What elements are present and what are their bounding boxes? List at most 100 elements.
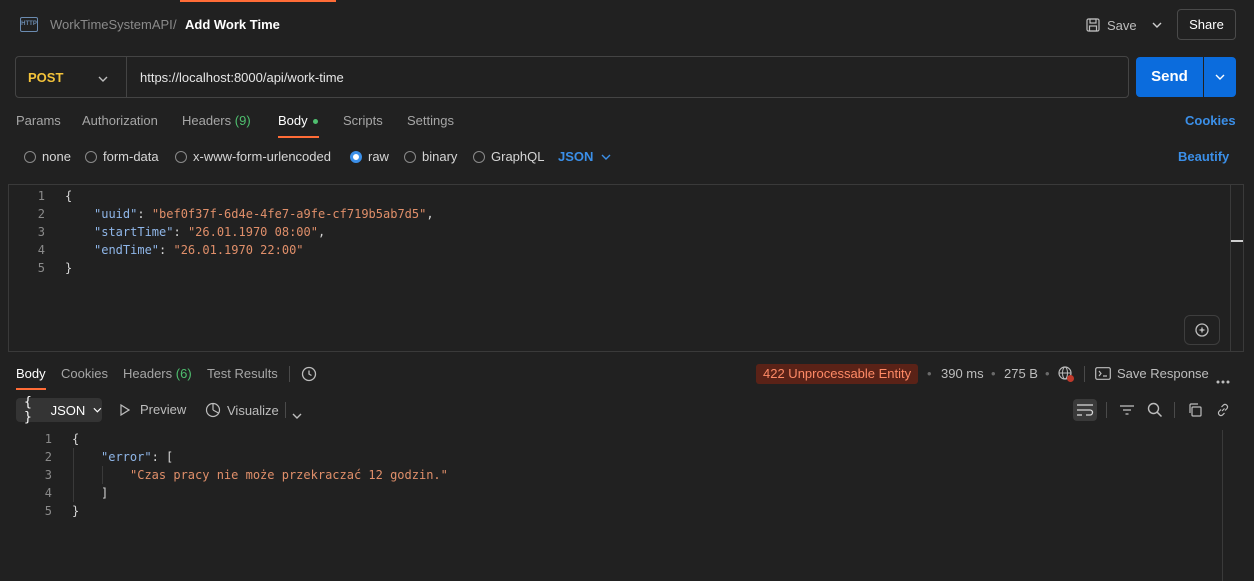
share-button[interactable]: Share [1177,9,1236,40]
http-icon: HTTP [20,17,38,32]
visualize-icon [205,402,221,418]
radio-urlencoded-label: x-www-form-urlencoded [193,149,331,164]
ai-assist-button[interactable] [1184,315,1220,345]
radio-graphql[interactable]: GraphQL [473,149,544,164]
tab-settings[interactable]: Settings [407,113,454,128]
save-button[interactable]: Save [1086,12,1142,38]
response-tab-headers[interactable]: Headers (6) [123,366,192,381]
preview-button[interactable]: Preview [120,402,186,417]
save-response-icon [1095,367,1111,383]
radio-binary-label: binary [422,149,458,164]
json-value: "bef0f37f-6d4e-4fe7-a9fe-cf719b5ab7d5" [151,207,427,221]
divider [285,402,286,418]
editor-scrollbar-track[interactable] [1230,185,1231,351]
language-select[interactable]: JSON [558,149,611,164]
line-number: 1 [37,189,45,203]
cookies-link[interactable]: Cookies [1185,113,1236,128]
code-line: { [72,430,79,448]
response-tab-test-results[interactable]: Test Results [207,366,278,381]
save-icon [1086,18,1100,32]
history-icon[interactable] [300,365,318,386]
network-globe-icon[interactable] [1057,365,1075,386]
error-message: "Czas pracy nie może przekraczać 12 godz… [130,468,448,482]
response-format-label: JSON [50,402,86,418]
radio-form-data-label: form-data [103,149,159,164]
json-value: "26.01.1970 22:00" [173,243,304,257]
breadcrumb-separator: / [173,17,177,32]
close-brace: } [65,261,73,275]
chevron-down-icon [601,154,611,160]
tab-scripts[interactable]: Scripts [343,113,383,128]
response-tab-body[interactable]: Body [16,366,46,381]
radio-circle [24,150,36,163]
json-key: "error" [101,450,152,464]
code-line: { [65,187,72,205]
response-tab-cookies[interactable]: Cookies [61,366,108,381]
request-title[interactable]: Add Work Time [185,17,280,32]
response-scrollbar-track[interactable] [1222,430,1223,581]
sparkle-refresh-icon [1195,323,1209,337]
tab-body-underline [278,136,319,138]
response-body-viewer[interactable]: 1 2 3 4 5 { "error": [ "Czas pracy nie m… [0,430,1254,581]
code-line: "endTime": "26.01.1970 22:00" [94,243,304,257]
divider [1174,402,1175,418]
open-brace: { [65,189,73,203]
headers-count: (9) [234,113,251,128]
send-dropdown-button[interactable] [1204,57,1236,97]
save-dropdown-button[interactable] [1146,12,1168,38]
beautify-button[interactable]: Beautify [1178,149,1229,164]
code-line: } [72,502,79,520]
comma: , [317,225,326,239]
wrap-lines-icon[interactable] [1073,399,1097,421]
code-line: } [65,259,72,277]
radio-raw-label: raw [368,149,389,164]
method-select[interactable]: POST [28,70,63,85]
tab-params[interactable]: Params [16,113,61,128]
send-button[interactable]: Send [1136,57,1203,97]
breadcrumb-collection[interactable]: WorkTimeSystemAPI [50,17,173,32]
url-input[interactable] [140,67,1110,87]
radio-binary[interactable]: binary [404,149,457,164]
meta-dot: • [1045,366,1050,381]
visualize-button[interactable]: Visualize [205,402,279,418]
json-key: "uuid" [94,207,138,221]
tab-authorization[interactable]: Authorization [82,113,158,128]
status-badge[interactable]: 422 Unprocessable Entity [756,364,919,384]
line-number: 5 [44,504,52,518]
more-options-icon[interactable] [1216,372,1230,387]
response-headers-count: (6) [175,366,192,381]
tab-body[interactable]: Body [278,113,318,128]
divider [1084,366,1085,382]
link-icon[interactable] [1211,399,1235,421]
json-value: "26.01.1970 08:00" [187,225,318,239]
line-number: 4 [44,486,52,500]
open-brace: { [72,432,80,446]
radio-form-data[interactable]: form-data [85,149,159,164]
request-body-editor[interactable]: 1 2 3 4 5 { "uuid": "bef0f37f-6d4e-4fe7-… [8,184,1244,352]
search-icon[interactable] [1143,399,1167,421]
radio-circle [175,150,187,163]
radio-circle [85,150,97,163]
indent-guide [73,448,74,502]
request-header: HTTP WorkTimeSystemAPI / Add Work Time S… [0,0,1254,50]
radio-none[interactable]: none [24,149,71,164]
visualize-dropdown-icon[interactable] [292,407,302,422]
tab-headers[interactable]: Headers (9) [182,113,251,128]
copy-icon[interactable] [1183,399,1207,421]
language-label: JSON [558,149,594,164]
save-response-button[interactable]: Save Response [1117,366,1209,381]
radio-raw[interactable]: raw [350,149,389,164]
chevron-down-icon [1152,22,1162,28]
response-format-select[interactable]: { } JSON [16,395,102,425]
method-chevron-icon[interactable] [98,70,108,85]
radio-circle [404,150,416,163]
filter-icon[interactable] [1115,399,1139,421]
radio-urlencoded[interactable]: x-www-form-urlencoded [175,149,331,164]
response-size[interactable]: 275 B [1004,366,1038,381]
comma: , [426,207,434,221]
tab-body-label: Body [278,113,308,128]
editor-scrollbar-thumb[interactable] [1231,240,1243,242]
code-line: "startTime": "26.01.1970 08:00", [94,225,326,239]
meta-dot: • [927,366,932,381]
response-time[interactable]: 390 ms [941,366,984,381]
